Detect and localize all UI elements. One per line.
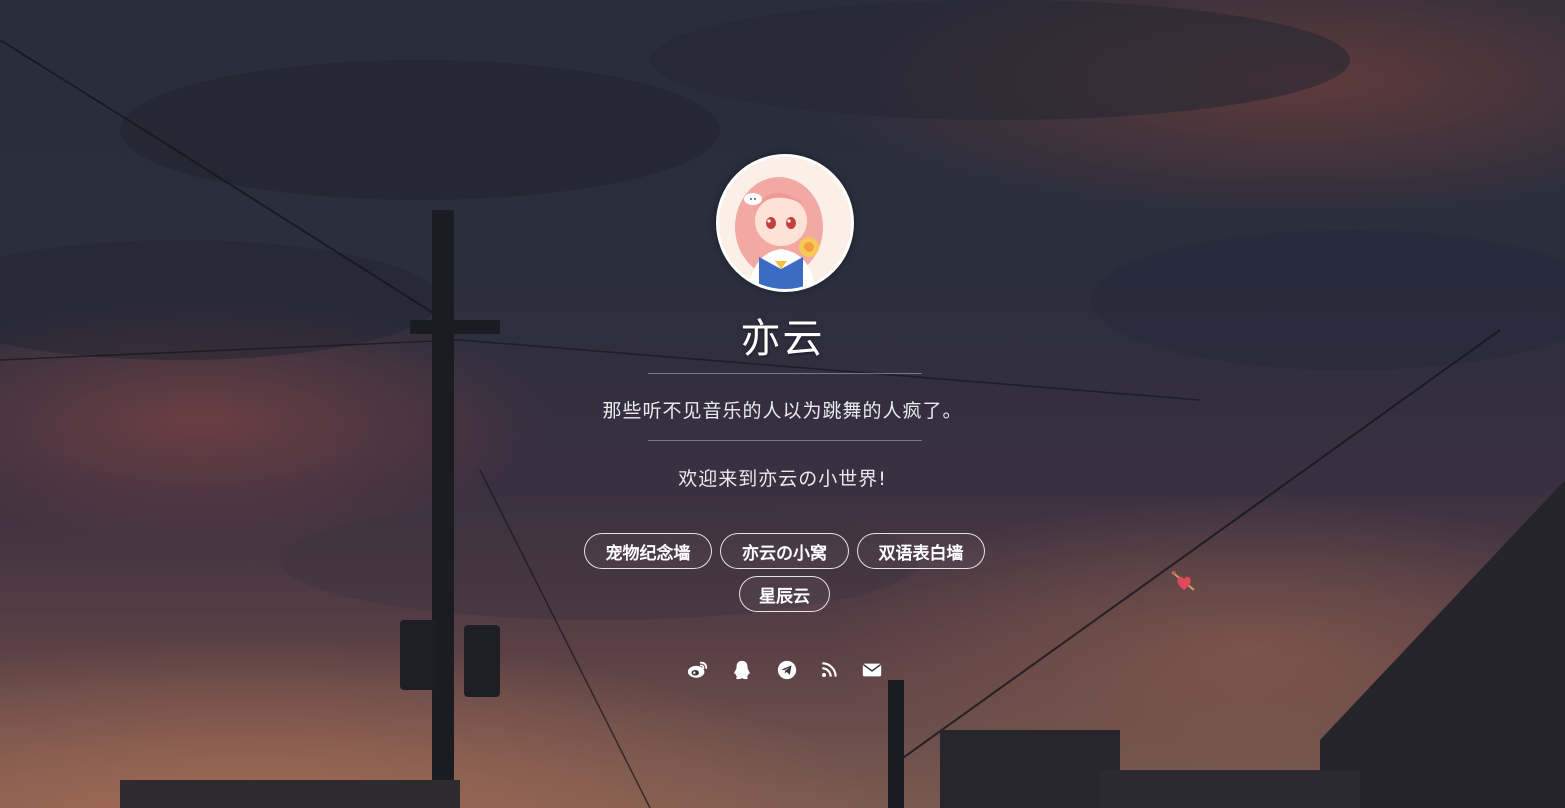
profile-motto: 那些听不见音乐的人以为跳舞的人疯了。	[602, 400, 963, 422]
bottom-divider	[648, 440, 922, 441]
heart-arrow-cursor-icon	[1171, 571, 1195, 591]
link-button-xingchenyun[interactable]: 星辰云	[739, 576, 830, 612]
telegram-icon[interactable]	[775, 658, 799, 682]
profile-name: 亦云	[740, 316, 825, 362]
top-divider	[648, 373, 922, 374]
avatar-illustration	[719, 157, 851, 289]
link-button-yiyun-nest[interactable]: 亦云の小窝	[720, 533, 849, 569]
link-button-bilingual-wall[interactable]: 双语表白墙	[857, 533, 985, 569]
welcome-text: 欢迎来到亦云の小世界!	[678, 468, 887, 490]
email-icon[interactable]	[860, 658, 884, 682]
avatar[interactable]	[716, 154, 854, 292]
qq-icon[interactable]	[730, 658, 754, 682]
rss-icon[interactable]	[817, 658, 841, 682]
weibo-icon[interactable]	[686, 658, 710, 682]
background-scene: 亦云 那些听不见音乐的人以为跳舞的人疯了。 欢迎来到亦云の小世界! 宠物纪念墙 …	[0, 0, 1565, 808]
link-button-pet-memorial[interactable]: 宠物纪念墙	[584, 533, 712, 569]
